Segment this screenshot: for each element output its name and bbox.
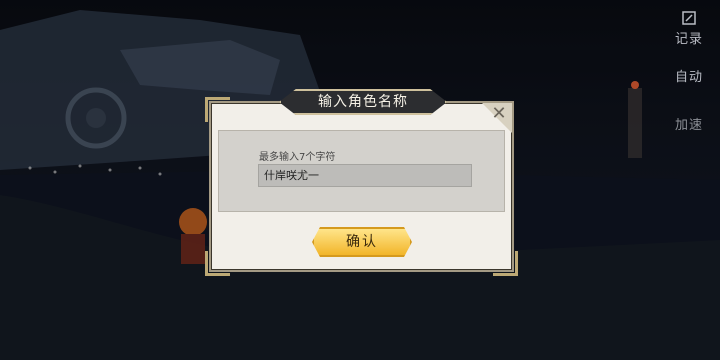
speed-label: 加速 <box>674 118 703 133</box>
dialog-title: 输入角色名称 <box>318 94 408 110</box>
record-button[interactable]: 记录 <box>666 10 712 47</box>
close-icon[interactable]: ✕ <box>490 105 508 123</box>
max-length-hint: 最多输入7个字符 <box>259 152 336 163</box>
character-name-input[interactable]: 什岸咲尤一 <box>258 164 472 187</box>
record-icon <box>682 11 696 25</box>
record-label: 记录 <box>674 32 703 47</box>
confirm-button[interactable]: 确认 <box>312 227 412 257</box>
dialog-corner-ornament <box>205 97 230 122</box>
input-panel: 最多输入7个字符 什岸咲尤一 <box>218 130 505 212</box>
auto-label: 自动 <box>674 70 703 85</box>
dialog-corner-ornament <box>493 251 518 276</box>
auto-button[interactable]: 自动 <box>666 66 712 85</box>
name-input-dialog: 输入角色名称 ✕ 最多输入7个字符 什岸咲尤一 确认 <box>205 89 518 276</box>
speed-button[interactable]: 加速 <box>666 114 712 133</box>
dialog-corner-ornament <box>205 251 230 276</box>
